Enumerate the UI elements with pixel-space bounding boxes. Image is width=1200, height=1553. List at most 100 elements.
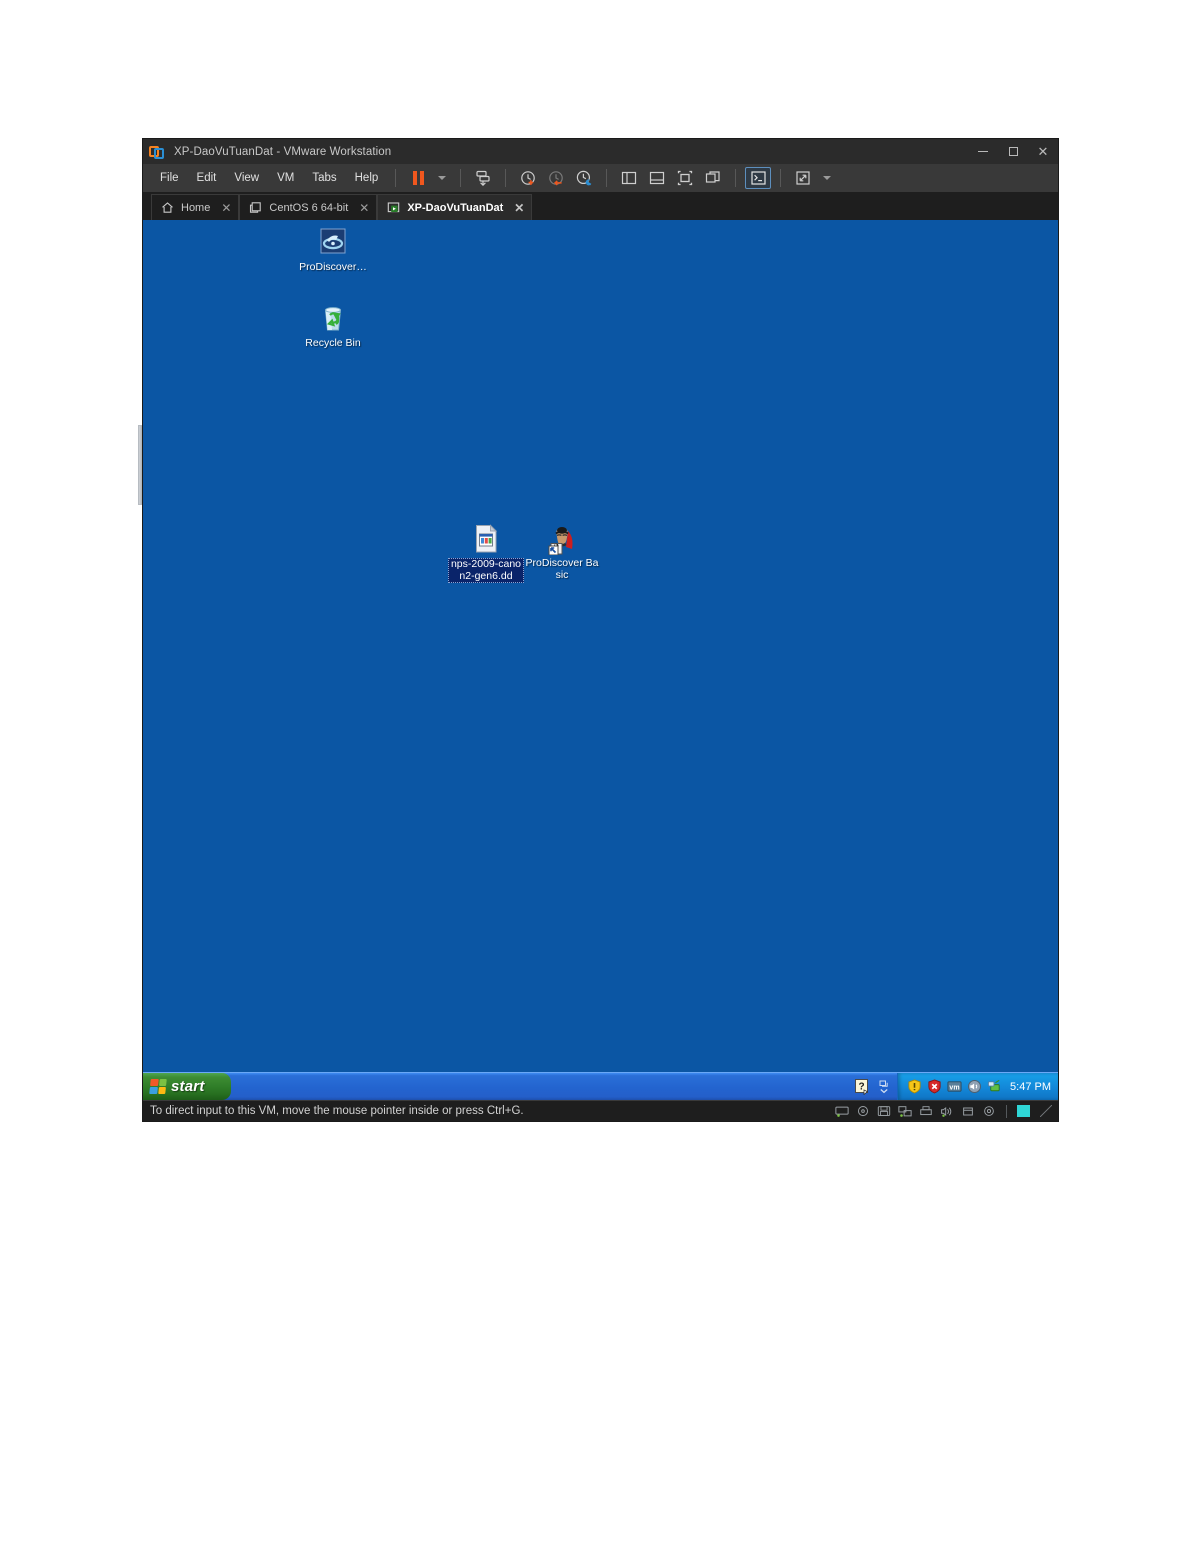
keyboard-send-icon (476, 170, 490, 187)
terminal-icon (751, 171, 766, 185)
cd-dvd-device-icon[interactable] (856, 1105, 870, 1118)
show-thumbnail-bar-button[interactable] (644, 167, 670, 189)
menu-bar: File Edit View VM Tabs Help (143, 164, 1058, 192)
desktop-icon-dd-image-file[interactable]: nps-2009-canon2-gen6.dd (448, 523, 524, 583)
revert-snapshot-button[interactable] (543, 167, 569, 189)
fullscreen-icon (678, 170, 693, 186)
chevron-down-icon[interactable] (823, 176, 832, 180)
toolbar-divider (505, 169, 507, 187)
tab-label: CentOS 6 64-bit (269, 201, 349, 214)
vm-powered-off-icon (250, 202, 262, 213)
tab-home[interactable]: Home ✕ (151, 194, 240, 220)
status-device-tray (835, 1104, 1054, 1118)
panel-left-icon (622, 171, 637, 185)
prodiscover-detective-icon (546, 523, 578, 556)
close-button[interactable]: ✕ (1028, 139, 1058, 164)
tab-close-icon[interactable]: ✕ (221, 202, 231, 214)
printer-device-icon[interactable] (919, 1105, 933, 1118)
toolbar-divider (780, 169, 782, 187)
settings-device-icon[interactable] (982, 1105, 996, 1118)
windows-flag-icon (149, 1079, 167, 1094)
vmware-status-bar: To direct input to this VM, move the mou… (143, 1100, 1058, 1121)
desktop-icon-label: Recycle Bin (305, 337, 361, 349)
desktop-icon-label: ProDiscover… (299, 261, 367, 273)
desktop-icon-label: nps-2009-canon2-gen6.dd (448, 558, 524, 583)
tab-centos-6-64-bit[interactable]: CentOS 6 64-bit ✕ (239, 194, 378, 220)
stretch-guest-button[interactable] (790, 167, 816, 189)
usb-device-icon[interactable] (961, 1105, 975, 1118)
desktop-icon-prodiscover-basic[interactable]: ProDiscover Basic (524, 523, 600, 581)
help-balloon-icon[interactable]: ? (855, 1078, 870, 1095)
security-alert-shield-icon[interactable] (907, 1079, 922, 1094)
taskbar-task-area[interactable] (231, 1073, 855, 1100)
xp-taskbar: start ? vm 5:47 PM (143, 1072, 1058, 1100)
hard-disk-device-icon[interactable] (835, 1105, 849, 1118)
prodiscover-disc-icon (317, 227, 349, 259)
tab-bar: Home ✕ CentOS 6 64-bit ✕ XP-DaoVuTuanDat… (143, 192, 1058, 220)
window-title: XP-DaoVuTuanDat - VMware Workstation (174, 145, 392, 158)
menu-item-vm[interactable]: VM (268, 168, 303, 188)
guest-input-indicator (1017, 1105, 1030, 1117)
vmware-tools-icon[interactable]: vm (947, 1079, 962, 1094)
tab-xp-daovutuandat[interactable]: XP-DaoVuTuanDat ✕ (377, 194, 533, 220)
menu-item-help[interactable]: Help (346, 168, 388, 188)
menu-item-tabs[interactable]: Tabs (303, 168, 345, 188)
start-button[interactable]: start (143, 1073, 231, 1100)
volume-icon[interactable] (967, 1079, 982, 1094)
chevron-down-icon[interactable] (438, 176, 447, 180)
vmware-workstation-window: XP-DaoVuTuanDat - VMware Workstation ✕ F… (143, 139, 1058, 1121)
send-ctrl-alt-del-button[interactable] (470, 167, 496, 189)
menu-item-view[interactable]: View (225, 168, 268, 188)
recycle-bin-icon (317, 303, 349, 335)
show-hidden-icons-icon[interactable] (879, 1079, 889, 1095)
start-label: start (171, 1078, 205, 1095)
panel-bottom-icon (650, 171, 665, 185)
status-divider (1006, 1104, 1007, 1118)
snapshot-manage-icon (577, 170, 592, 186)
svg-text:vm: vm (949, 1084, 959, 1091)
take-snapshot-button[interactable] (515, 167, 541, 189)
menu-item-file[interactable]: File (151, 168, 188, 188)
disk-image-file-icon (470, 523, 502, 555)
desktop-icon-recycle-bin[interactable]: Recycle Bin (295, 303, 371, 350)
toolbar-divider (606, 169, 608, 187)
antivirus-shield-icon[interactable] (927, 1079, 942, 1094)
status-message: To direct input to this VM, move the mou… (150, 1105, 524, 1117)
window-controls: ✕ (968, 139, 1058, 164)
network-device-icon[interactable] (898, 1105, 912, 1118)
toolbar-divider (735, 169, 737, 187)
desktop-icon-prodiscover-shortcut[interactable]: ProDiscover… (295, 227, 371, 274)
tab-label: Home (181, 201, 211, 214)
toolbar-divider (395, 169, 397, 187)
suspend-button[interactable] (405, 167, 431, 189)
sound-device-icon[interactable] (940, 1105, 954, 1118)
vmware-logo-icon (149, 144, 165, 160)
network-icon[interactable] (987, 1079, 1002, 1094)
toolbar-divider (460, 169, 462, 187)
desktop-icon-label: ProDiscover Basic (525, 557, 599, 581)
pause-icon (412, 171, 424, 185)
snapshot-add-icon (521, 171, 536, 185)
unity-mode-button[interactable] (700, 167, 726, 189)
show-library-button[interactable] (616, 167, 642, 189)
maximize-button[interactable] (998, 139, 1028, 164)
snapshot-revert-icon (549, 171, 564, 186)
home-icon (162, 202, 173, 213)
snapshot-manager-button[interactable] (571, 167, 597, 189)
tab-close-icon[interactable]: ✕ (514, 202, 524, 214)
vm-guest-screen[interactable]: ProDiscover… Recycle Bin nps-2009-canon2… (143, 220, 1058, 1100)
taskbar-clock[interactable]: 5:47 PM (1010, 1081, 1051, 1093)
tab-close-icon[interactable]: ✕ (359, 202, 369, 214)
taskbar-notification-area: ? (855, 1073, 897, 1100)
floppy-device-icon[interactable] (877, 1105, 891, 1118)
console-button[interactable] (745, 167, 772, 189)
system-tray: vm 5:47 PM (897, 1073, 1058, 1100)
menu-item-edit[interactable]: Edit (188, 168, 226, 188)
minimize-button[interactable] (968, 139, 998, 164)
resize-grip[interactable] (1040, 1105, 1052, 1117)
full-screen-button[interactable] (672, 167, 698, 189)
title-bar: XP-DaoVuTuanDat - VMware Workstation ✕ (143, 139, 1058, 164)
tab-label: XP-DaoVuTuanDat (407, 201, 504, 214)
unity-windows-icon (706, 171, 720, 183)
vm-running-icon (388, 202, 400, 213)
